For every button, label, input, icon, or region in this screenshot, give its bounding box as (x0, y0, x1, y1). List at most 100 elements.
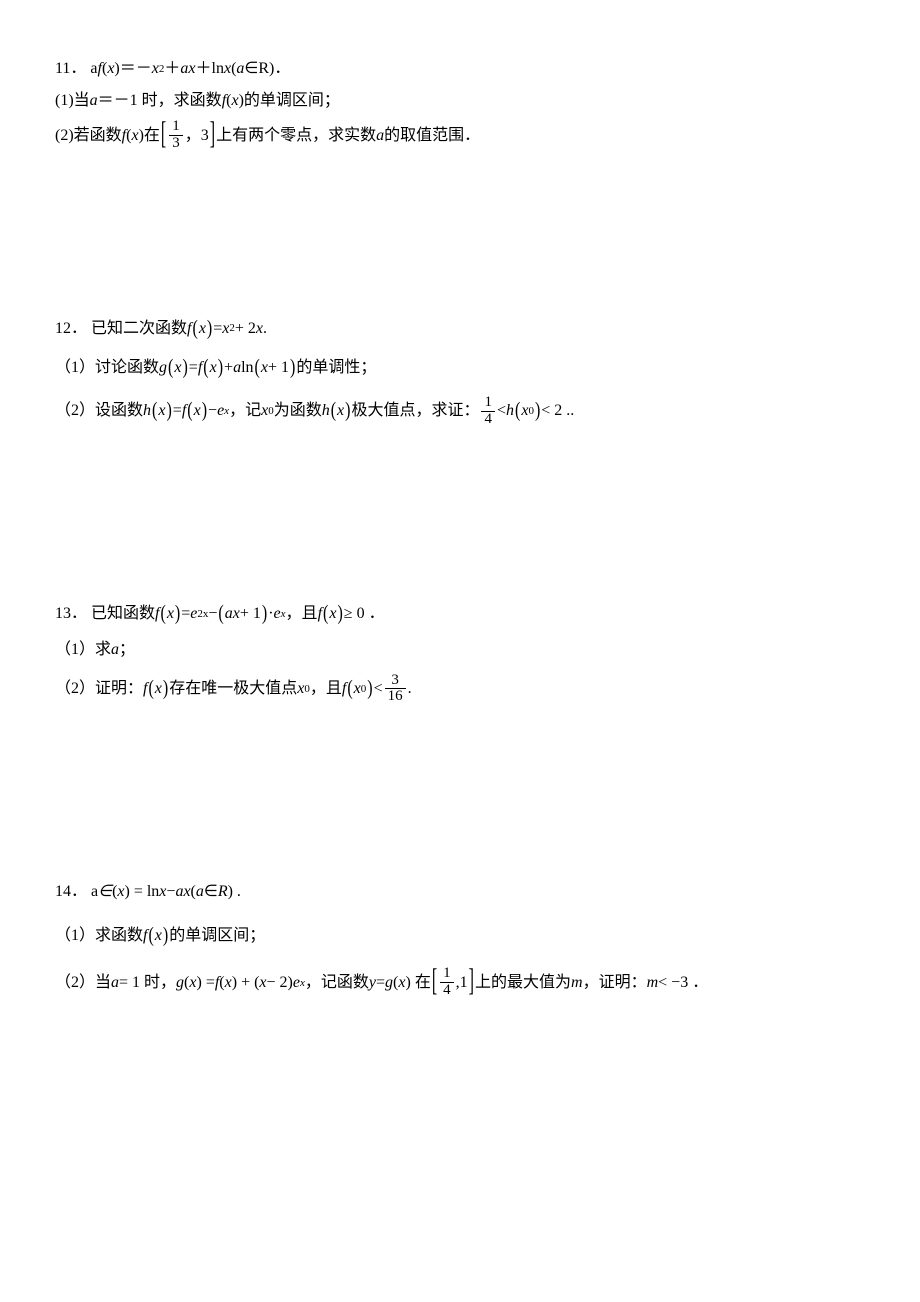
var-m: m (571, 970, 583, 996)
text: ＋ (164, 56, 180, 82)
lparen-icon: ( (203, 351, 208, 384)
var-h: h (322, 398, 330, 424)
text: （2）设函数 (55, 398, 143, 424)
rparen-icon: ) (207, 312, 212, 345)
var-x: x (224, 56, 231, 82)
var-x: x (155, 676, 162, 702)
text: ，记 (229, 398, 261, 424)
denominator: 4 (481, 411, 495, 428)
text: = (173, 398, 182, 424)
fraction: 1 4 (440, 966, 454, 999)
right-bracket-icon: ] (469, 956, 474, 1007)
problem-number: 11． (55, 56, 86, 82)
text: 的单调性； (296, 355, 376, 381)
denominator: 16 (385, 688, 406, 705)
var-g: g (176, 970, 184, 996)
var-f: f (143, 923, 147, 949)
var-x: x (167, 601, 174, 627)
text: < −3 ． (658, 970, 708, 996)
text: ∈R)． (244, 56, 290, 82)
var-f: f (198, 355, 202, 381)
text: 为函数 (274, 398, 322, 424)
text: − (208, 601, 217, 627)
text: < 2 .. (541, 398, 574, 424)
left-bracket-icon: [ (161, 109, 166, 160)
text: = (181, 601, 190, 627)
var-x: x (225, 970, 232, 996)
spacer (55, 170, 865, 310)
var-x: x (107, 56, 114, 82)
text: ≥ 0 ． (344, 601, 385, 627)
var-f: f (187, 316, 191, 342)
var-x: x (194, 398, 201, 424)
text: )＝－ (114, 56, 151, 82)
lparen-icon: ( (152, 394, 157, 427)
var-x: x (261, 398, 268, 424)
rparen-icon: ) (166, 394, 171, 427)
text: )的单调区间； (239, 88, 340, 114)
lparen-icon: ( (148, 672, 153, 705)
var-x: x (152, 56, 159, 82)
text: 上的最大值为 (475, 970, 571, 996)
text: 的单调区间； (169, 923, 265, 949)
text: a (91, 879, 98, 905)
var-x: x (131, 123, 138, 149)
problem-11-q2: (2)若函数 f ( x )在 [ 1 3 ，3 ] 上有两个零点，求实数 a … (55, 119, 865, 152)
problem-12-stem: 12． 已知二次函数 f ( x ) = x 2 + 2 x . (55, 316, 865, 342)
text: 上有两个零点，求实数 (216, 123, 376, 149)
rparen-icon: ) (345, 394, 350, 427)
problem-14-stem: 14． a ∈ ( x ) = ln x − a x ( a ∈ R ) . (55, 879, 865, 905)
text: 的取值范围． (384, 123, 480, 149)
var-x: x (188, 56, 195, 82)
text: = (213, 316, 222, 342)
text: ； (119, 637, 135, 663)
var-x: x (521, 398, 528, 424)
text: )在 (139, 123, 160, 149)
text: (2)若函数 (55, 123, 122, 149)
denominator: 4 (440, 982, 454, 999)
var-x: x (261, 355, 268, 381)
text: < (497, 398, 506, 424)
set-R: R (218, 879, 228, 905)
text: （2）证明： (55, 676, 143, 702)
var-x: x (231, 88, 238, 114)
var-x: x (155, 923, 162, 949)
var-f: f (182, 398, 186, 424)
spacer (55, 445, 865, 595)
var-f: f (143, 676, 147, 702)
var-x: x (222, 316, 229, 342)
numerator: 1 (440, 966, 454, 982)
text: 极大值点，求证： (351, 398, 479, 424)
rparen-icon: ) (163, 672, 168, 705)
fraction: 1 3 (169, 119, 183, 152)
left-bracket-icon: [ (432, 956, 437, 1007)
var-f: f (155, 601, 159, 627)
lparen-icon: ( (168, 351, 173, 384)
rparen-icon: ) (337, 598, 342, 631)
var-a: a (111, 970, 119, 996)
var-f: f (342, 676, 346, 702)
problem-11-stem: 11． a f ( x )＝－ x 2 ＋ a x ＋ln x ( a ∈R)． (55, 56, 865, 82)
text: ，证明： (583, 970, 647, 996)
rparen-icon: ) (535, 394, 540, 427)
text: . (408, 676, 412, 702)
text: − (208, 398, 217, 424)
text: ,1 (456, 970, 468, 996)
spacer (55, 723, 865, 873)
text: + 1 (268, 355, 289, 381)
right-bracket-icon: ] (210, 109, 215, 160)
var-a: a (196, 879, 204, 905)
var-h: h (506, 398, 514, 424)
text: 存在唯一极大值点 (169, 676, 297, 702)
text: ∈ (204, 879, 218, 905)
var-x: x (259, 970, 266, 996)
var-y: y (369, 970, 376, 996)
text: 已知函数 (91, 601, 155, 627)
text: ) + ( (232, 970, 260, 996)
text: ＋ln (196, 56, 224, 82)
problem-12: 12． 已知二次函数 f ( x ) = x 2 + 2 x . （1）讨论函数… (55, 316, 865, 428)
text: − (166, 879, 175, 905)
lparen-icon: ( (347, 672, 352, 705)
text: ) = (196, 970, 214, 996)
problem-13-stem: 13． 已知函数 f ( x ) = e 2x − ( a x + 1 ) · … (55, 601, 865, 627)
